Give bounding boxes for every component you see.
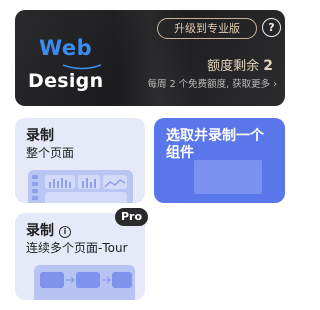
arrow-right-icon — [66, 276, 75, 284]
preview-sidebar — [32, 175, 41, 203]
record-whole-page-card[interactable]: 录制 整个页面 — [15, 118, 145, 203]
pro-badge: Pro — [115, 208, 148, 226]
card-subtitle: 连续多个页面-Tour — [26, 241, 128, 255]
preview-panel — [45, 192, 127, 203]
logo-web-text: Web — [39, 36, 93, 60]
quota-remaining: 额度剩余 2 — [207, 59, 273, 73]
component-selection-illustration — [194, 160, 262, 194]
preview-panel — [45, 175, 75, 189]
card-subtitle: 整个页面 — [26, 146, 75, 160]
page-preview-illustration — [28, 170, 133, 203]
card-title: 录制 — [26, 128, 54, 144]
preview-panel — [78, 175, 100, 189]
tour-flow-illustration — [34, 265, 135, 300]
record-tour-card[interactable]: 录制 i 连续多个页面-Tour — [15, 213, 145, 300]
flow-node — [112, 272, 132, 288]
arrow-right-icon — [102, 276, 111, 284]
quota-label: 额度剩余 — [207, 59, 260, 74]
card-title: 录制 — [26, 223, 54, 239]
bar-chart-icon — [49, 178, 71, 188]
flow-node — [40, 272, 64, 288]
card-title: 选取并录制一个组件 — [166, 128, 264, 161]
get-more-quota-link[interactable]: 每周 2 个免费额度, 获取更多 › — [148, 80, 277, 90]
line-chart-icon — [104, 179, 126, 188]
flow-node — [76, 272, 100, 288]
bar-chart-icon — [82, 178, 96, 188]
logo-design-text: Design — [28, 70, 104, 92]
help-icon[interactable]: ? — [262, 18, 281, 37]
upgrade-banner[interactable]: Web Design 升级到专业版 ? 额度剩余 2 每周 2 个免费额度, 获… — [15, 10, 285, 106]
select-record-component-card[interactable]: 选取并录制一个组件 — [154, 118, 285, 203]
info-icon[interactable]: i — [59, 226, 71, 238]
upgrade-to-pro-button[interactable]: 升级到专业版 — [157, 18, 257, 39]
quota-count: 2 — [263, 58, 273, 74]
preview-panel — [103, 175, 127, 189]
